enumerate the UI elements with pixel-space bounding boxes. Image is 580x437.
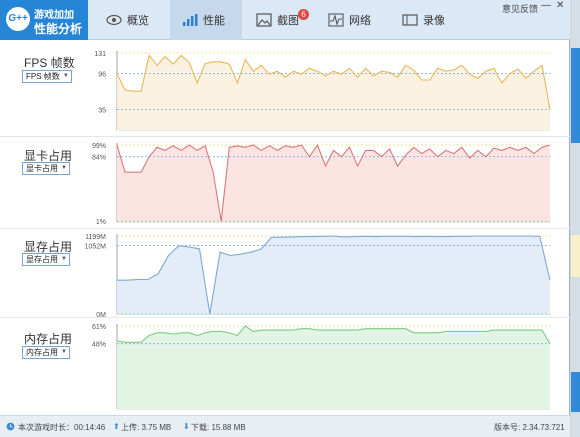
fps-tick-label: 96 [98,72,106,79]
edge-block [571,48,580,143]
vram-tick-label: 1199M [85,234,106,241]
download-arrow-icon: ⬇ [183,422,190,431]
ram-tick-label: 61% [92,324,106,331]
clock-icon [6,422,15,433]
vram-tick-label: 1052M [85,244,107,251]
upload-arrow-icon: ⬆ [113,422,120,431]
vram-area-fill [117,236,550,314]
edge-block [571,235,580,277]
download-total: 下载: 15.88 MB [191,423,246,432]
ram-tick-label: 48% [92,342,106,349]
fps-tick-label: 35 [98,107,106,114]
gpu-tick-label: 84% [92,155,106,162]
ram-area-fill [117,326,550,409]
fps-tick-label: 131 [94,51,106,58]
gpu-tick-label: 1% [96,219,106,226]
session-duration: 本次游戏时长：00:14:46 [18,423,106,432]
charts-canvas: 131 96 35 99% 84% 1% 1199M 1052M 0M 61% 48% [85,51,551,410]
app-window: G++ 游戏加加 性能分析 概览 性能 截图 6 网络 录像 意见反馈 — ✕ … [0,0,570,437]
fps-area-fill [117,55,550,130]
status-bar: 本次游戏时长：00:14:46 ⬆ 上传: 3.75 MB ⬇ 下载: 15.8… [0,415,570,437]
version-number: 版本号: 2.34.73.721 [494,423,565,432]
background-window-edge [571,0,580,437]
gpu-tick-label: 99% [92,143,106,150]
edge-block [571,372,580,412]
upload-total: 上传: 3.75 MB [121,423,172,432]
vram-tick-label: 0M [96,312,106,319]
